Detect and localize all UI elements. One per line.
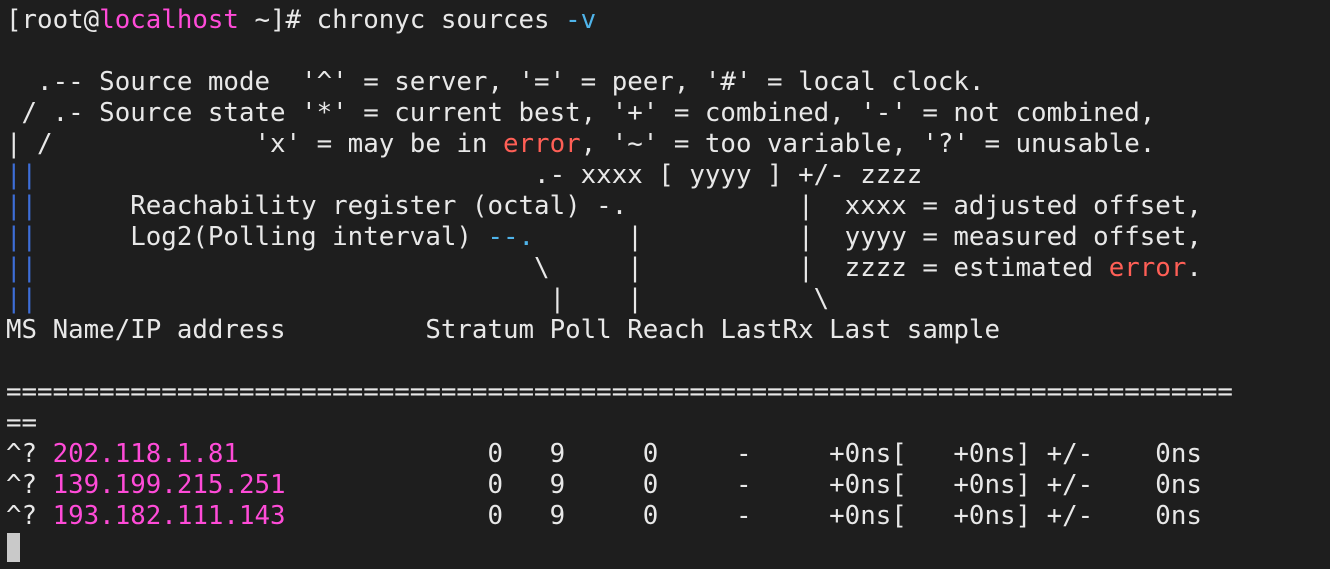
table-header: MS Name/IP address Stratum Poll Reach La…: [6, 315, 1000, 345]
legend-text: / 'x' = may be in: [21, 129, 503, 159]
source-mode: ^?: [6, 501, 38, 531]
source-ip: 202.118.1.81: [52, 439, 239, 469]
legend-text: Log2(Polling interval): [37, 222, 488, 252]
legend-offset-format: || .- xxxx [ yyyy ] +/- zzzz: [6, 160, 922, 191]
table-row: ^? 139.199.215.251 0 9 0 - +0ns[ +0ns] +…: [6, 470, 1202, 501]
terminal-window[interactable]: [root@localhost ~]# chronyc sources -v .…: [0, 0, 1330, 569]
source-mode: ^?: [6, 439, 38, 469]
source-mode: ^?: [6, 470, 38, 500]
terminal-cursor[interactable]: [7, 533, 20, 562]
legend-text: \ | | zzzz = estimated: [37, 253, 1109, 283]
source-stats: 0 9 0 - +0ns[ +0ns] +/- 0ns: [285, 501, 1202, 531]
prompt-at: @: [83, 5, 100, 35]
command-flag: -v: [565, 5, 597, 35]
legend-bar: ||: [6, 160, 38, 190]
legend-estimated-error: || \ | | zzzz = estimated error.: [6, 253, 1202, 284]
legend-text: .: [1186, 253, 1202, 283]
legend-text: Reachability register (octal) -. | xxxx …: [37, 191, 1202, 221]
source-stats: 0 9 0 - +0ns[ +0ns] +/- 0ns: [238, 439, 1202, 469]
command-line: [root@localhost ~]# chronyc sources -v: [6, 5, 596, 36]
legend-text: | | yyyy = measured offset,: [534, 222, 1202, 252]
legend-text: , '~' = too variable, '?' = unusable.: [580, 129, 1156, 159]
source-stats: 0 9 0 - +0ns[ +0ns] +/- 0ns: [285, 470, 1202, 500]
table-separator-wrap: ==: [6, 408, 38, 438]
legend-text: .- xxxx [ yyyy ] +/- zzzz: [37, 160, 923, 190]
legend-bar: ||: [6, 191, 38, 221]
polling-dashes: --.: [487, 222, 535, 252]
legend-reachability: || Reachability register (octal) -. | xx…: [6, 191, 1202, 222]
prompt-path: ~]#: [238, 5, 317, 35]
prompt-host: localhost: [99, 5, 239, 35]
legend-source-mode: .-- Source mode '^' = server, '=' = peer…: [6, 67, 985, 97]
error-word: error: [1108, 253, 1187, 283]
table-row: ^? 202.118.1.81 0 9 0 - +0ns[ +0ns] +/- …: [6, 439, 1202, 470]
legend-state-values: | / 'x' = may be in error, '~' = too var…: [6, 129, 1155, 160]
error-word: error: [503, 129, 581, 159]
legend-bar: ||: [6, 222, 38, 252]
legend-bar: |: [6, 129, 22, 159]
table-separator: ========================================…: [6, 377, 1233, 407]
legend-text: | | \: [37, 284, 830, 314]
legend-polling: || Log2(Polling interval) --. | | yyyy =…: [6, 222, 1202, 253]
legend-bar: ||: [6, 253, 38, 283]
legend-source-state: / .- Source state '*' = current best, '+…: [6, 98, 1156, 128]
prompt-open-bracket: [: [6, 5, 22, 35]
legend-bar: ||: [6, 284, 38, 314]
legend-pointers: || | | \: [6, 284, 829, 315]
table-row: ^? 193.182.111.143 0 9 0 - +0ns[ +0ns] +…: [6, 501, 1202, 532]
command-text: chronyc sources: [316, 5, 566, 35]
prompt-user: root: [21, 5, 84, 35]
source-ip: 193.182.111.143: [52, 501, 286, 531]
source-ip: 139.199.215.251: [52, 470, 286, 500]
